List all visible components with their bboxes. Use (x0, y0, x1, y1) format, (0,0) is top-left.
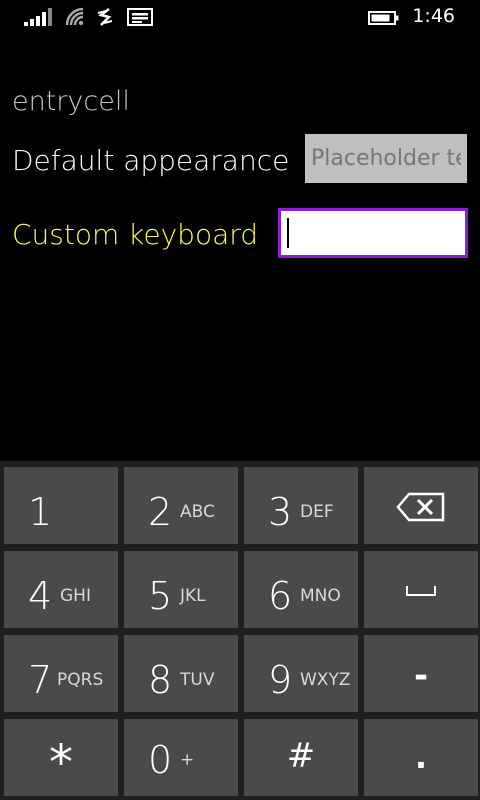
key-digit: 5 (148, 574, 173, 618)
numeric-keyboard: 1 2 ABC 3 DEF 4 GHI 5 JKL 6 MNO 7 PQRS 8… (0, 461, 480, 800)
key-letters: TUV (180, 670, 215, 690)
page-title: entrycell (12, 86, 130, 117)
key-6[interactable]: 6 MNO (244, 551, 358, 628)
key-asterisk[interactable]: * (4, 719, 118, 796)
status-bar: 1:46 (0, 0, 480, 34)
key-8[interactable]: 8 TUV (124, 635, 238, 712)
key-letters: GHI (60, 586, 91, 606)
key-symbol: - (413, 656, 429, 696)
custom-keyboard-entry[interactable] (278, 208, 468, 258)
key-dot[interactable]: . (364, 719, 478, 796)
backspace-icon (396, 492, 445, 522)
default-appearance-label: Default appearance (12, 144, 290, 177)
key-symbol: . (414, 738, 428, 776)
key-digit: 8 (148, 658, 173, 702)
message-icon (127, 8, 153, 26)
key-2[interactable]: 2 ABC (124, 467, 238, 544)
key-5[interactable]: 5 JKL (124, 551, 238, 628)
key-letters: WXYZ (300, 670, 351, 690)
space-key[interactable] (364, 551, 478, 628)
key-digit: 6 (268, 574, 293, 618)
battery-icon (368, 11, 399, 25)
wifi-icon (65, 7, 84, 26)
key-symbol: * (49, 735, 73, 791)
backspace-key[interactable] (364, 467, 478, 544)
key-digit: 4 (28, 574, 53, 618)
key-digit: 7 (28, 658, 53, 702)
key-dash[interactable]: - (364, 635, 478, 712)
key-letters: DEF (300, 502, 334, 522)
key-letters: PQRS (57, 670, 104, 690)
text-caret (287, 218, 289, 248)
key-letters: JKL (180, 586, 206, 606)
key-digit: 2 (148, 490, 173, 534)
key-letters: ABC (180, 502, 215, 522)
status-time: 1:46 (412, 5, 455, 27)
space-icon (406, 586, 436, 596)
default-appearance-entry[interactable] (305, 134, 467, 183)
key-digit: 9 (268, 658, 293, 702)
key-letters: MNO (300, 586, 341, 606)
key-symbol: # (286, 736, 316, 776)
data-icon (97, 8, 113, 26)
key-3[interactable]: 3 DEF (244, 467, 358, 544)
key-digit: 3 (268, 490, 293, 534)
key-digit: 0 (148, 738, 173, 782)
key-4[interactable]: 4 GHI (4, 551, 118, 628)
key-9[interactable]: 9 WXYZ (244, 635, 358, 712)
key-0[interactable]: 0 + (124, 719, 238, 796)
key-letters: + (180, 750, 195, 770)
signal-icon (24, 8, 52, 26)
custom-keyboard-label: Custom keyboard (12, 218, 259, 251)
key-7[interactable]: 7 PQRS (4, 635, 118, 712)
key-1[interactable]: 1 (4, 467, 118, 544)
key-digit: 1 (28, 490, 53, 534)
app-screen: 1:46 entrycell Default appearance Custom… (0, 0, 480, 800)
key-hash[interactable]: # (244, 719, 358, 796)
